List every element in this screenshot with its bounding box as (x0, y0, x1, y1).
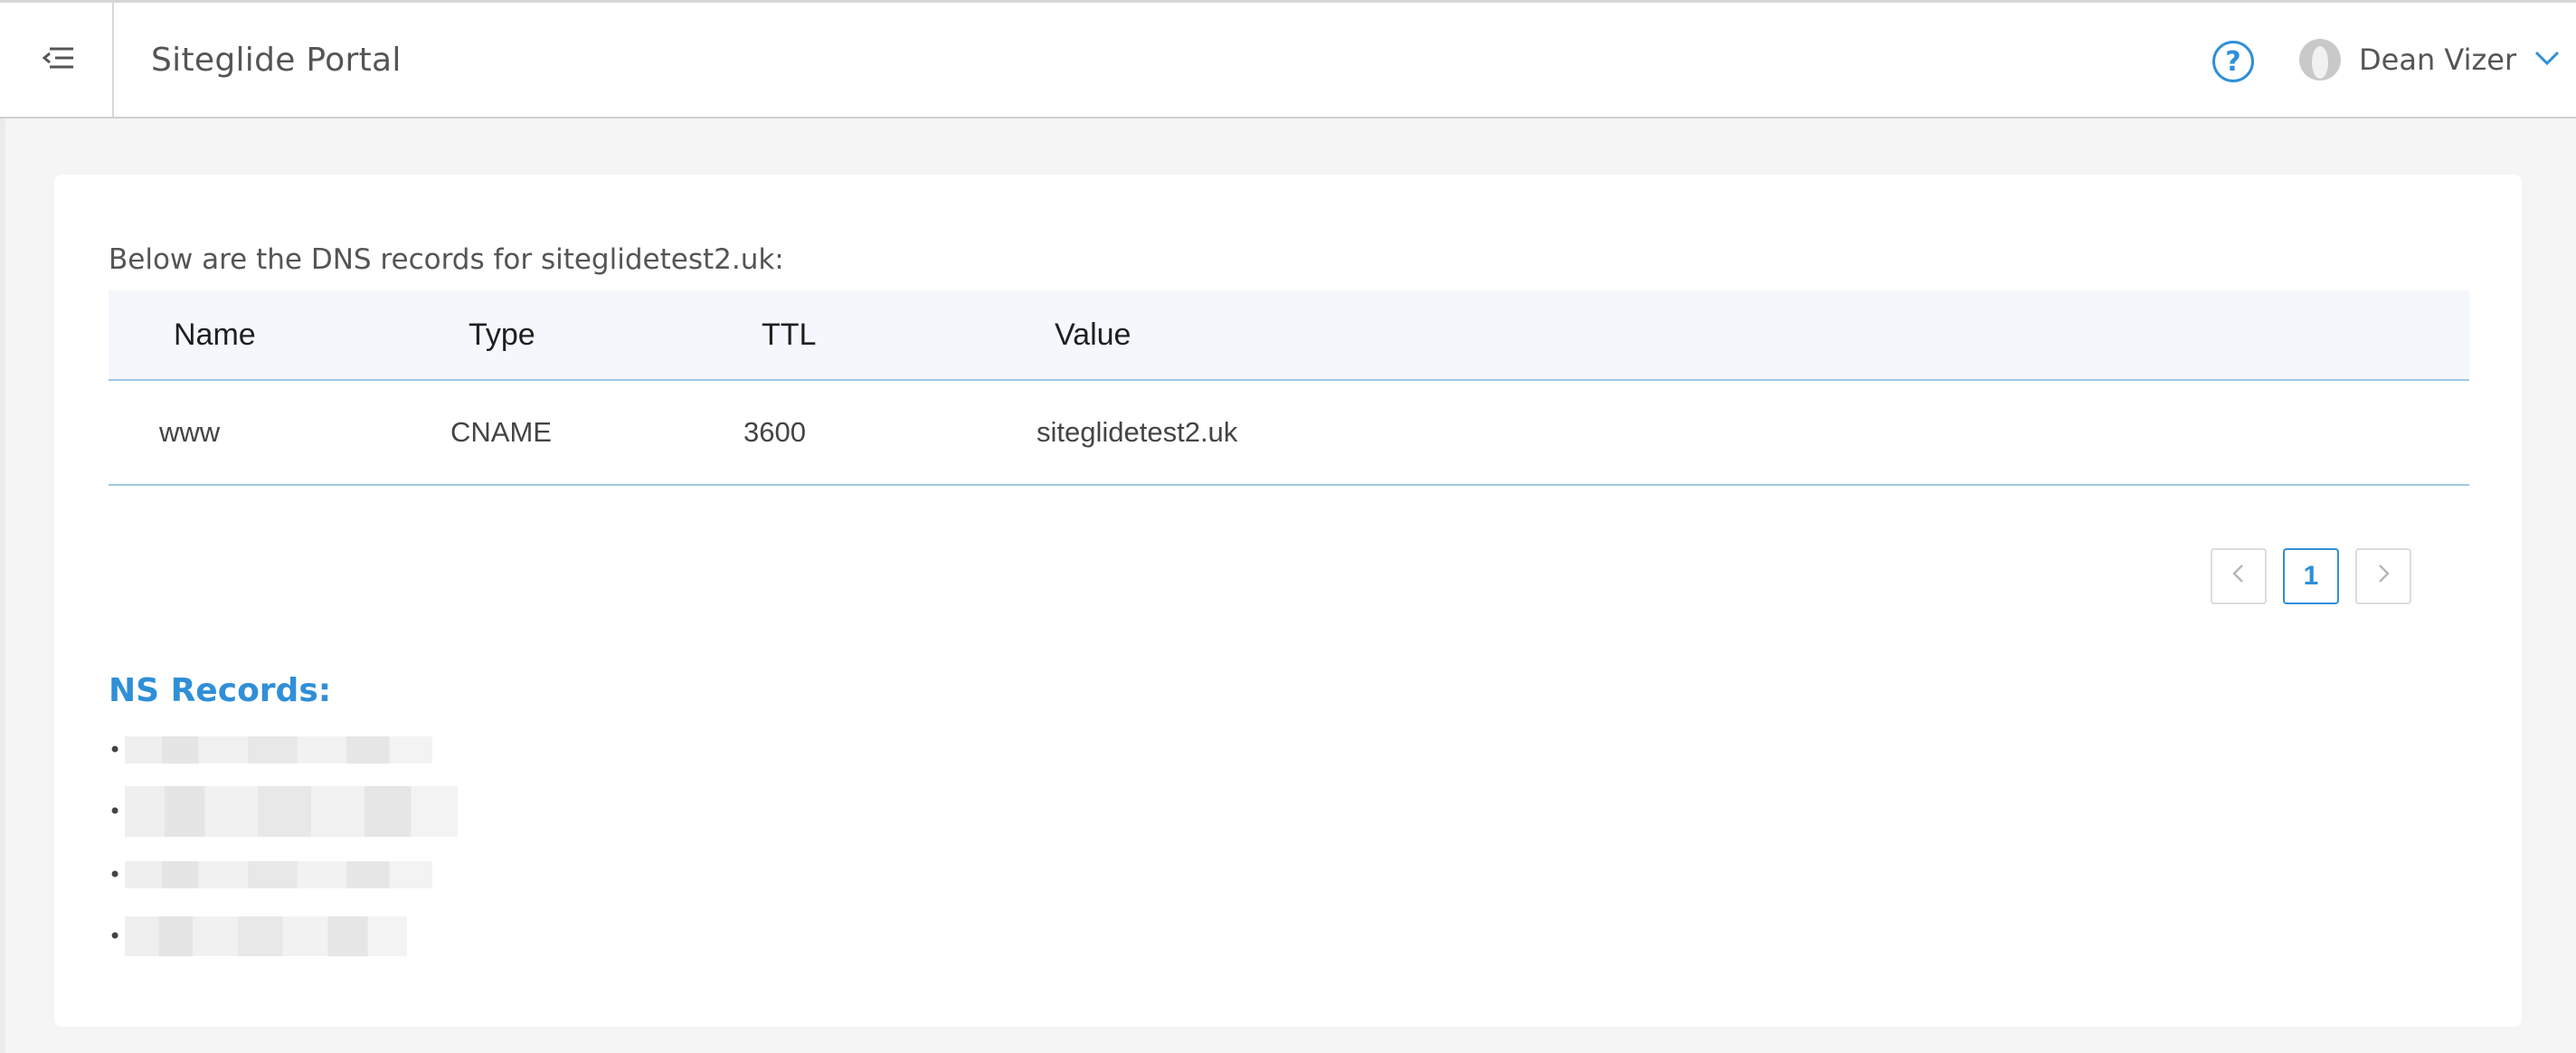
redacted-ns-record (125, 861, 432, 888)
redacted-ns-record (125, 916, 407, 956)
redacted-ns-record (125, 786, 458, 837)
dns-records-card: Below are the DNS records for siteglidet… (54, 175, 2522, 1027)
column-header-value: Value (1055, 317, 1132, 352)
chevron-right-icon (2375, 563, 2391, 591)
ns-records-heading: NS Records: (109, 672, 332, 709)
avatar (2299, 39, 2341, 81)
column-header-name: Name (174, 317, 256, 352)
column-header-type: Type (469, 317, 535, 352)
column-header-ttl: TTL (762, 317, 817, 352)
pagination-next-button[interactable] (2355, 548, 2411, 604)
bullet: • (109, 924, 122, 949)
chevron-down-icon (2534, 50, 2560, 70)
chevron-left-icon (2230, 563, 2247, 591)
record-value: siteglidetest2.uk (1037, 416, 1238, 448)
pagination-prev-button[interactable] (2211, 548, 2267, 604)
help-icon: ? (2225, 45, 2241, 78)
menu-collapse-icon (42, 45, 75, 74)
bullet: • (109, 737, 122, 763)
bullet: • (109, 862, 122, 887)
pagination-page-button[interactable]: 1 (2283, 548, 2339, 604)
redacted-ns-record (125, 736, 432, 764)
bullet: • (109, 799, 122, 824)
list-item: • (109, 786, 458, 837)
user-menu[interactable]: Dean Vizer (2299, 3, 2560, 117)
list-item: • (109, 916, 407, 956)
record-name: www (159, 416, 221, 448)
left-edge (0, 0, 5, 1053)
record-type: CNAME (450, 416, 552, 448)
list-item: • (109, 732, 432, 768)
list-item: • (109, 857, 432, 893)
menu-toggle-button[interactable] (5, 3, 114, 117)
help-button[interactable]: ? (2212, 41, 2254, 82)
table-row: www CNAME 3600 siteglidetest2.uk (109, 381, 2469, 486)
dns-intro-text: Below are the DNS records for siteglidet… (109, 243, 784, 276)
user-name: Dean Vizer (2359, 43, 2517, 77)
table-header: Name Type TTL Value (109, 290, 2469, 381)
record-ttl: 3600 (743, 416, 806, 448)
top-bar: Siteglide Portal ? Dean Vizer (0, 0, 2576, 119)
page-title: Siteglide Portal (151, 41, 402, 79)
